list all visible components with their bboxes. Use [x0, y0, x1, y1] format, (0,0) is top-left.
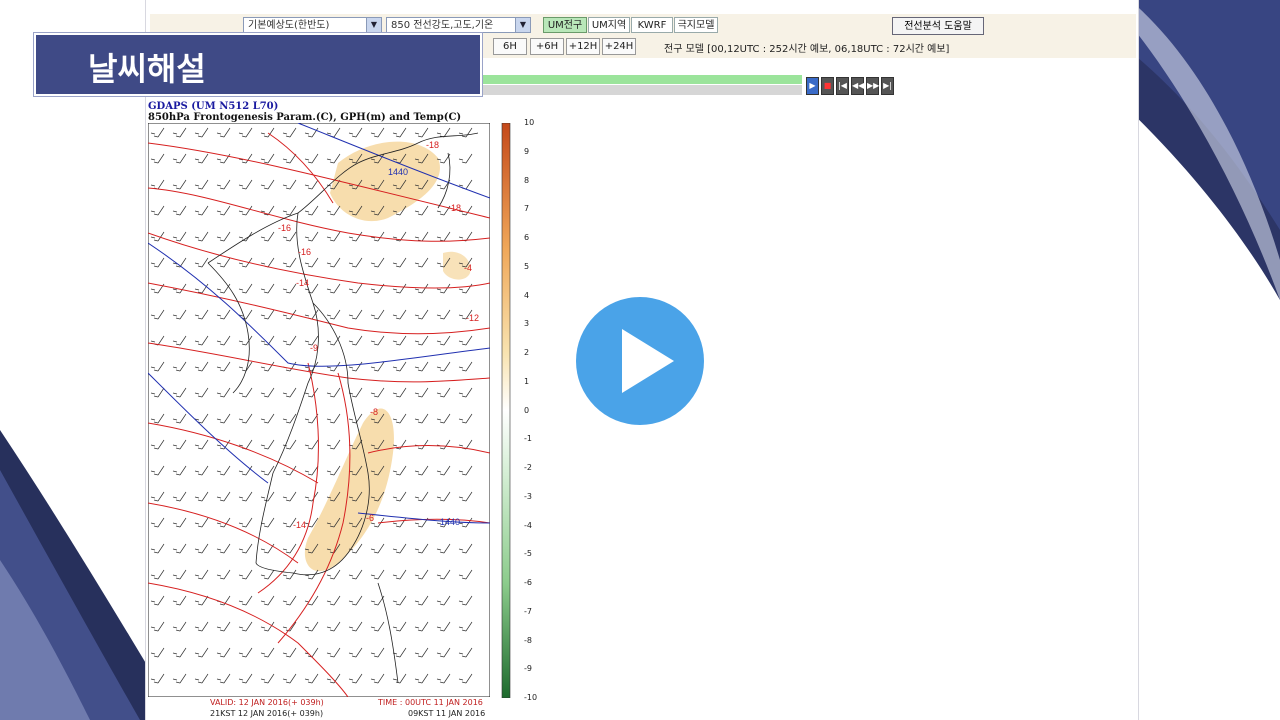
step-plus6h-button[interactable]: +6H — [530, 38, 564, 55]
colorbar-tick-label: -3 — [524, 491, 532, 501]
step-plus12h-button[interactable]: +12H — [566, 38, 600, 55]
contour-label: -18 — [426, 140, 439, 150]
frontal-analysis-help-button[interactable]: 전선분석 도움말 — [892, 17, 984, 35]
contour-label: 1440 — [388, 167, 408, 177]
chart-valid-time-kst: 21KST 12 JAN 2016(+ 039h) — [210, 709, 324, 718]
colorbar-tick-label: -9 — [524, 664, 532, 674]
colorbar-tick-label: 4 — [524, 290, 530, 300]
colorbar-tick-label: -4 — [524, 520, 532, 530]
video-play-button[interactable] — [566, 287, 714, 435]
colorbar-tick-label: 6 — [524, 233, 530, 242]
colorbar-tick-label: 7 — [524, 204, 530, 214]
level-select-value: 850 전선강도,고도,기온 — [391, 20, 494, 31]
tab-kwrf[interactable]: KWRF — [631, 17, 673, 33]
tab-polar-model[interactable]: 극지모델 — [674, 17, 718, 33]
colorbar-tick-label: 9 — [524, 146, 530, 156]
tab-um-global[interactable]: UM전구 — [543, 17, 587, 33]
contour-label: -12 — [466, 313, 479, 323]
chart-title: 850hPa Frontogenesis Param.(C), GPH(m) a… — [148, 112, 462, 123]
title-banner: 날씨해설 — [34, 33, 482, 96]
contour-label: -14 — [296, 278, 309, 288]
contour-label: -8 — [370, 407, 378, 417]
colorbar-tick-label: -7 — [524, 606, 532, 616]
chart-init-time: TIME : 00UTC 11 JAN 2016 — [378, 698, 483, 707]
colorbar-tick-label: -2 — [524, 463, 532, 472]
colorbar-tick-label: -1 — [524, 434, 532, 444]
colorbar-tick-label: 0 — [524, 405, 530, 415]
colorbar-tick-label: -10 — [524, 693, 538, 702]
tab-um-regional[interactable]: UM지역 — [588, 17, 630, 33]
chart-valid-time: VALID: 12 JAN 2016(+ 039h) — [210, 698, 324, 707]
step-6h-button[interactable]: 6H — [493, 38, 527, 55]
prev-frame-icon[interactable]: ◀◀ — [851, 77, 864, 95]
contour-label: -18 — [448, 203, 461, 213]
first-frame-icon[interactable]: |◀ — [836, 77, 849, 95]
contour-label: -14 — [293, 520, 306, 530]
model-note: 전구 모델 [00,12UTC : 252시간 예보, 06,18UTC : 7… — [664, 44, 950, 55]
step-plus24h-button[interactable]: +24H — [602, 38, 636, 55]
colorbar-tick-label: -8 — [524, 635, 532, 645]
play-small-icon[interactable]: ▶ — [806, 77, 819, 95]
timeline-track — [480, 85, 802, 95]
contour-label: -6 — [366, 513, 374, 523]
colorbar-tick-label: 5 — [524, 261, 530, 271]
colorbar-tick-label: 2 — [524, 348, 530, 357]
colorbar-tick-label: 3 — [524, 319, 530, 329]
colorbar-tick-label: -6 — [524, 578, 532, 587]
colorbar-tick-label: 10 — [524, 118, 535, 127]
colorbar-tick-label: -5 — [524, 549, 532, 559]
contour-label: -16 — [298, 247, 311, 257]
level-select[interactable]: 850 전선강도,고도,기온 ▼ — [386, 17, 531, 33]
contour-label: 1440 — [440, 517, 460, 527]
animation-controls: ▶ ■ |◀ ◀◀ ▶▶ ▶| — [806, 77, 906, 95]
region-select-value: 기본예상도(한반도) — [248, 20, 330, 31]
region-select[interactable]: 기본예상도(한반도) ▼ — [243, 17, 382, 33]
contour-label: -16 — [278, 223, 291, 233]
timeline-progress — [480, 75, 802, 84]
next-frame-icon[interactable]: ▶▶ — [866, 77, 879, 95]
chart-source-label: GDAPS (UM N512 L70) — [148, 101, 279, 112]
chevron-down-icon[interactable]: ▼ — [366, 18, 381, 32]
chevron-down-icon[interactable]: ▼ — [515, 18, 530, 32]
contour-label: -9 — [310, 343, 318, 353]
colorbar-tick-label: 8 — [524, 175, 530, 185]
last-frame-icon[interactable]: ▶| — [881, 77, 894, 95]
chart-init-time-kst: 09KST 11 JAN 2016 — [408, 709, 486, 718]
stop-icon[interactable]: ■ — [821, 77, 834, 95]
banner-title: 날씨해설 — [88, 50, 206, 88]
forecast-timeline-slider[interactable] — [480, 75, 802, 95]
colorbar-tick-label: 1 — [524, 376, 530, 386]
contour-label: -4 — [464, 263, 472, 273]
weather-map: -18 -16 -16 -14 -12 -9 -8 -6 -4 -18 -14 … — [148, 123, 490, 697]
